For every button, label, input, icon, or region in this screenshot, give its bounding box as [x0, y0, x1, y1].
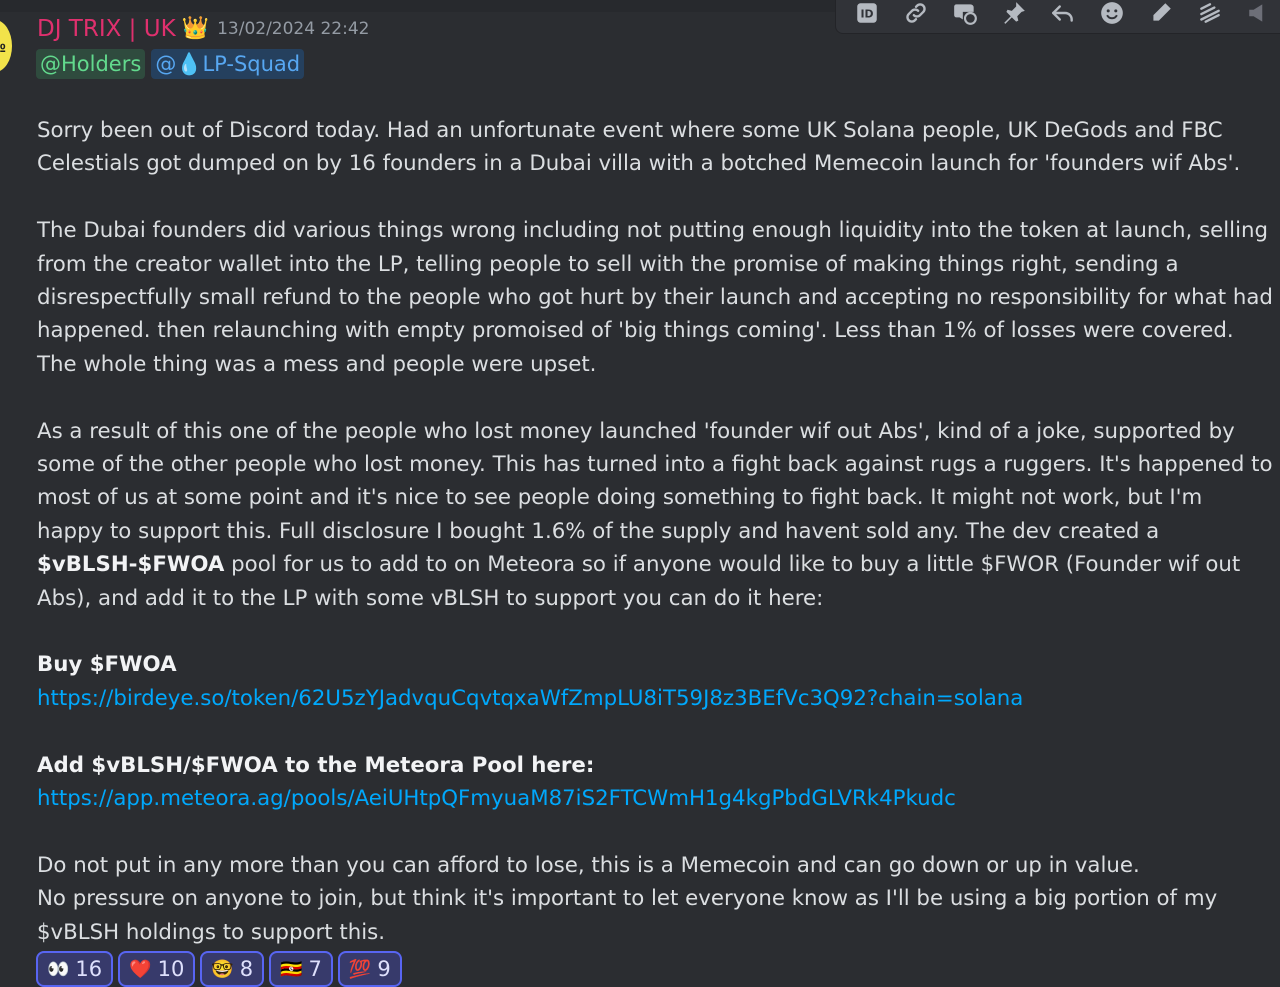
reaction-count: 9	[377, 957, 391, 981]
reaction-count: 7	[308, 957, 322, 981]
reaction-flag[interactable]: 🇺🇬 7	[269, 951, 333, 987]
disclaimer-line-1: Do not put in any more than you can affo…	[37, 852, 1140, 878]
reaction-count: 16	[75, 957, 103, 981]
reaction-hundred[interactable]: 💯 9	[337, 951, 402, 987]
paragraph-dubai: The Dubai founders did various things wr…	[37, 218, 1273, 377]
paragraph-result: As a result of this one of the people wh…	[37, 415, 1273, 615]
user-avatar[interactable]: №	[0, 20, 12, 72]
mention-lp-squad[interactable]: @💧LP-Squad	[151, 49, 305, 79]
disclaimer-line-2: No pressure on anyone to join, but think…	[37, 886, 1218, 945]
meteora-link[interactable]: https://app.meteora.ag/pools/AeiUHtpQFmy…	[37, 786, 956, 811]
link-icon[interactable]	[891, 0, 940, 30]
nerd-face-icon: 🤓	[211, 958, 234, 980]
add-reaction-icon[interactable]	[1087, 0, 1136, 30]
buy-section: Buy $FWOA https://birdeye.so/token/62U5z…	[37, 648, 1273, 715]
disclaimer: Do not put in any more than you can affo…	[37, 849, 1273, 949]
username[interactable]: DJ TRIX | UK	[37, 16, 176, 42]
edit-icon[interactable]	[1136, 0, 1185, 30]
add-heading: Add $vBLSH/$FWOA to the Meteora Pool her…	[37, 752, 595, 778]
add-section: Add $vBLSH/$FWOA to the Meteora Pool her…	[37, 749, 1273, 816]
timestamp[interactable]: 13/02/2024 22:42	[217, 19, 369, 39]
more-icon[interactable]	[1185, 0, 1234, 30]
paragraph-result-text: As a result of this one of the people wh…	[37, 418, 1273, 544]
thread-icon[interactable]	[940, 0, 989, 30]
speaker-icon[interactable]	[1234, 0, 1280, 30]
buy-heading: Buy $FWOA	[37, 652, 177, 678]
heart-icon: ❤️	[129, 958, 152, 980]
hundred-points-icon: 💯	[348, 958, 372, 980]
copy-id-icon[interactable]: ID	[842, 0, 891, 30]
role-mentions: @Holders @💧LP-Squad	[36, 49, 310, 79]
paragraph-intro: Sorry been out of Discord today. Had an …	[37, 118, 1241, 177]
reactions-bar: 👀 16 ❤️ 10 🤓 8 🇺🇬 7 💯 9	[36, 951, 407, 987]
reply-icon[interactable]	[1038, 0, 1087, 30]
reaction-count: 8	[239, 957, 254, 981]
flag-icon: 🇺🇬	[280, 958, 303, 980]
message-header: DJ TRIX | UK 👑 13/02/2024 22:42	[37, 16, 369, 42]
reaction-eyes[interactable]: 👀 16	[36, 951, 114, 987]
pool-name: $vBLSH-$FWOA	[37, 552, 225, 578]
message-action-toolbar: ID	[835, 0, 1280, 34]
avatar-glyph: №	[0, 37, 6, 56]
message-content: Sorry been out of Discord today. Had an …	[37, 114, 1273, 949]
birdeye-link[interactable]: https://birdeye.so/token/62U5zYJadvquCqv…	[37, 686, 1023, 711]
eyes-icon: 👀	[47, 958, 70, 980]
reaction-heart[interactable]: ❤️ 10	[118, 951, 196, 987]
pin-icon[interactable]	[989, 0, 1038, 30]
mention-holders[interactable]: @Holders	[36, 49, 146, 79]
reaction-nerd[interactable]: 🤓 8	[200, 951, 265, 987]
crown-icon: 👑	[181, 16, 210, 41]
svg-text:ID: ID	[860, 7, 873, 20]
reaction-count: 10	[157, 957, 185, 981]
